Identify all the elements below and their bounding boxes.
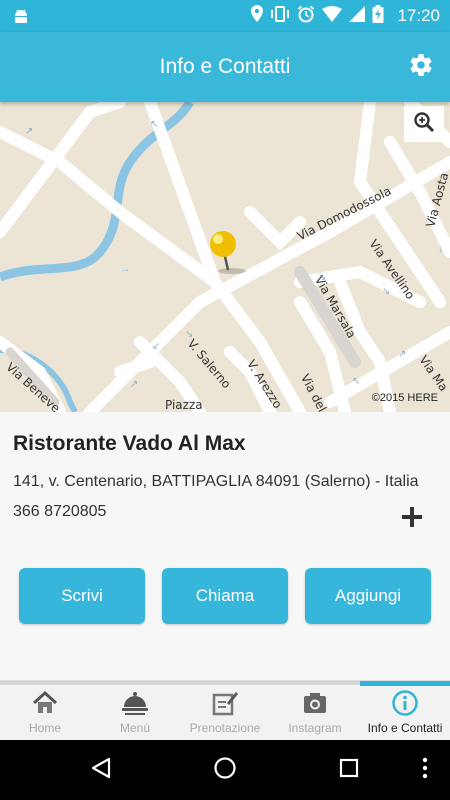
android-debug-icon [12,7,30,30]
zoom-button[interactable] [404,106,444,142]
cloche-icon [90,689,180,719]
tab-menu[interactable]: Menù [90,686,180,741]
svg-text:↗: ↗ [130,379,138,390]
reservation-icon [180,689,270,719]
restaurant-address: 141, v. Centenario, BATTIPAGLIA 84091 (S… [13,473,419,490]
info-icon [360,689,450,719]
plus-icon[interactable] [400,505,424,529]
recents-button[interactable] [334,756,364,784]
app-bar: Info e Contatti [0,32,450,102]
zoom-in-icon [413,111,435,138]
svg-text:↖: ↖ [352,376,360,387]
vibrate-icon [270,5,290,27]
restaurant-name: Ristorante Vado Al Max [13,432,246,455]
add-contact-button[interactable]: Aggiungi [305,568,431,624]
map-view[interactable]: ↗ → ↙ ↘ ↗ ↖ ↘ ↓ ↘ ↗ ↖ Via Domodossola Via Avell… [0,102,450,412]
svg-text:↓: ↓ [438,244,443,255]
call-button[interactable]: Chiama [162,568,288,624]
back-icon [89,756,113,785]
home-icon [0,689,90,719]
tab-instagram[interactable]: Instagram [270,686,360,741]
svg-text:↖: ↖ [150,119,158,130]
restaurant-phone[interactable]: 366 8720805 [13,503,106,521]
overflow-menu-button[interactable] [410,756,440,784]
battery-charging-icon [372,4,384,28]
system-nav-bar [0,740,450,800]
status-bar: 17:20 [0,0,450,32]
tab-reservation[interactable]: Prenotazione [180,686,270,741]
map-copyright: ©2015 HERE [371,392,438,404]
tab-label: Menù [119,721,151,735]
tab-label: Home [28,721,61,735]
location-pin-icon[interactable] [206,230,248,283]
svg-text:→: → [120,264,130,275]
svg-text:↘: ↘ [382,286,390,297]
alarm-icon [297,5,315,28]
signal-icon [349,5,366,27]
camera-icon [270,689,360,719]
recents-icon [338,757,360,784]
bottom-tab-bar: Home Menù Prenotazione Instagram Info e … [0,680,450,740]
clock-time: 17:20 [397,6,440,25]
location-icon [251,5,264,27]
tab-label: Instagram [288,721,342,735]
wifi-icon [322,5,343,27]
tab-label: Prenotazione [189,721,261,735]
restaurant-info: Ristorante Vado Al Max 141, v. Centenari… [0,412,450,680]
page-title: Info e Contatti [159,55,291,78]
gear-icon [408,52,434,83]
svg-text:↙: ↙ [152,341,160,352]
street-label: Piazza [165,398,203,412]
svg-text:↗: ↗ [398,349,406,360]
tab-label: Info e Contatti [367,721,443,735]
svg-text:↗: ↗ [25,126,33,137]
settings-button[interactable] [406,52,436,82]
write-button[interactable]: Scrivi [19,568,145,624]
tab-info-contacts[interactable]: Info e Contatti [360,686,450,741]
more-vert-icon [421,756,429,785]
home-circle-icon [213,756,237,785]
back-button[interactable] [86,756,116,784]
home-nav-button[interactable] [210,756,240,784]
tab-home[interactable]: Home [0,686,90,741]
